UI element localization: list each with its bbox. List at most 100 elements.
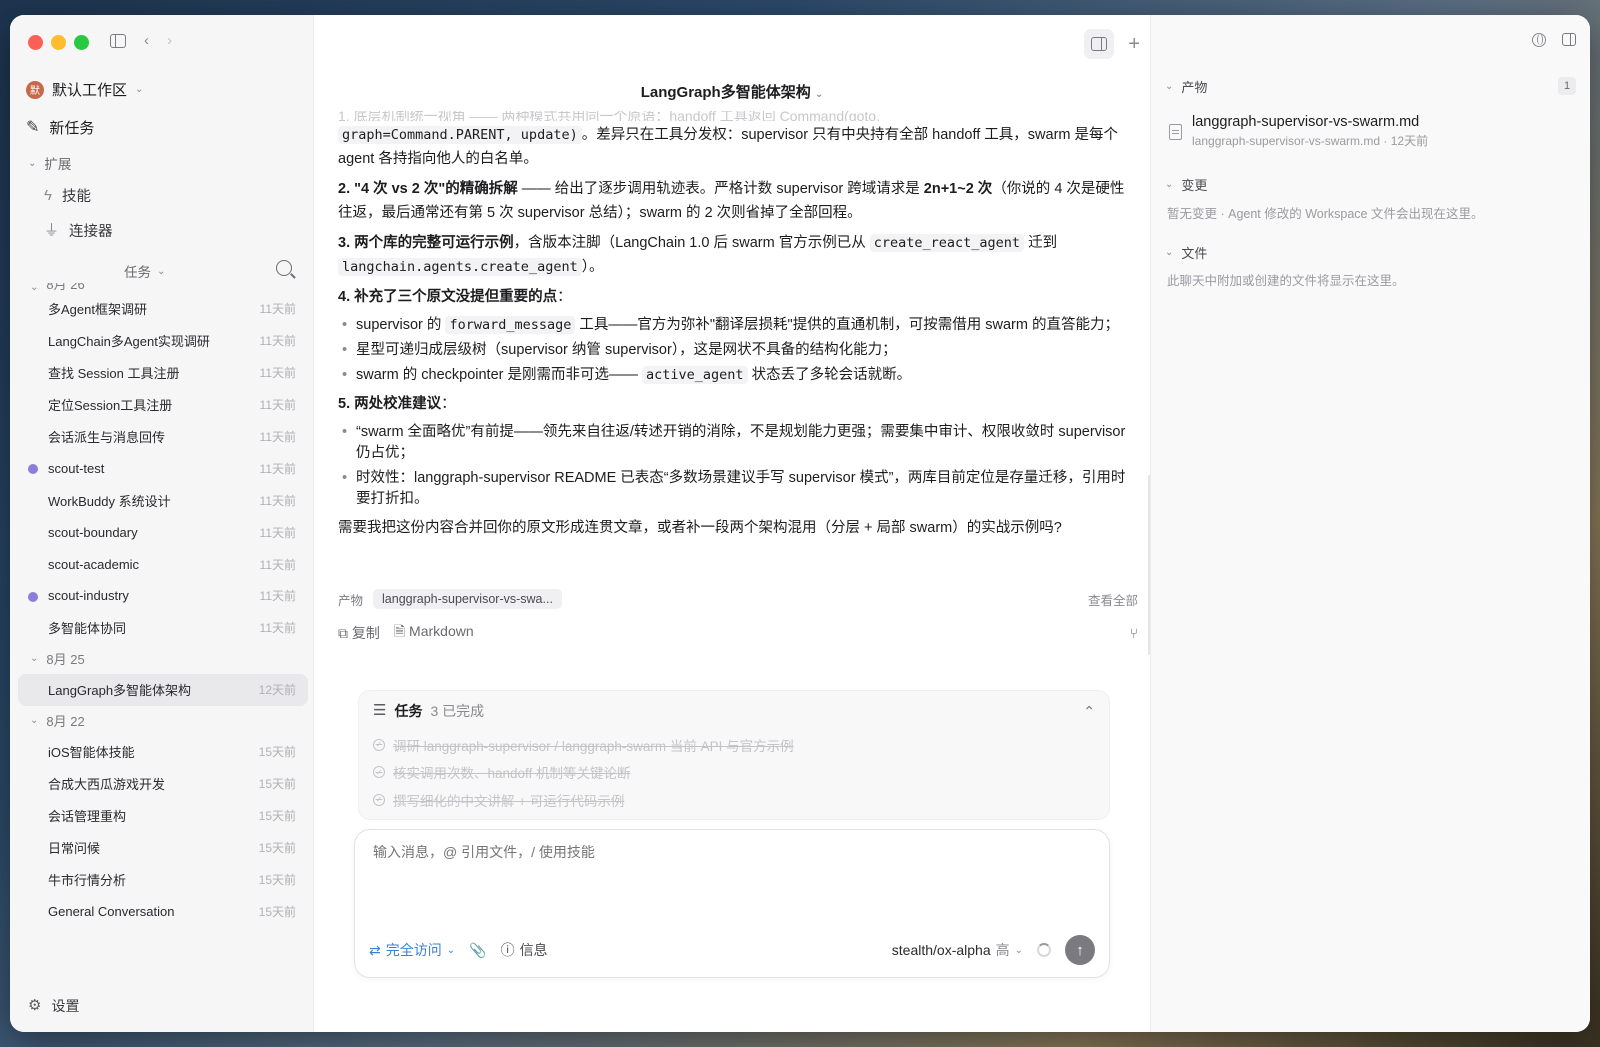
chevron-down-icon: ⌄ bbox=[28, 157, 37, 169]
minimize-window-button[interactable] bbox=[51, 35, 66, 50]
bullet-list-4: supervisor 的 forward_message 工具——官方为弥补"翻… bbox=[338, 315, 1128, 386]
attach-icon[interactable]: 📎 bbox=[469, 942, 486, 959]
task-name: WorkBuddy 系统设计 bbox=[48, 493, 171, 509]
workspace-switcher[interactable]: 默 默认工作区 ⌄ bbox=[26, 79, 143, 100]
text: —— 给出了逐步调用轨迹表。严格计数 supervisor 跨域请求是 bbox=[517, 181, 924, 197]
tasks-filter[interactable]: 任务 ⌄ bbox=[124, 261, 165, 281]
inline-code: forward_message bbox=[445, 316, 576, 334]
task-list-item[interactable]: 会话派生与消息回传 11天前 bbox=[18, 421, 308, 453]
checklist-icon: ☰ bbox=[373, 702, 387, 719]
task-list-item[interactable]: scout-boundary 11天前 bbox=[18, 516, 308, 548]
access-mode-dropdown[interactable]: ⇄ 完全访问 ⌄ bbox=[369, 940, 455, 960]
date-group-label: 8月 25 bbox=[46, 652, 85, 668]
text: ： bbox=[557, 289, 572, 305]
task-panel-count: 3 已完成 bbox=[430, 703, 485, 719]
task-time: 12天前 bbox=[258, 683, 296, 698]
forward-arrow-icon[interactable]: › bbox=[167, 31, 172, 51]
model-selector[interactable]: stealth/ox-alpha 高 ⌄ bbox=[892, 940, 1023, 960]
task-list-item[interactable]: 日常问候 15天前 bbox=[18, 831, 308, 863]
date-group-label: 8月 22 bbox=[46, 714, 85, 730]
model-name: stealth/ox-alpha bbox=[891, 942, 991, 958]
text: supervisor 的 bbox=[356, 317, 446, 333]
status-dot bbox=[28, 592, 38, 603]
task-time: 11天前 bbox=[259, 334, 296, 349]
view-all-link[interactable]: 查看全部 bbox=[1088, 590, 1138, 609]
task-list-item[interactable]: WorkBuddy 系统设计 11天前 bbox=[18, 484, 308, 516]
new-task-label: 新任务 bbox=[49, 120, 95, 137]
chevron-down-icon: ⌄ bbox=[446, 944, 456, 956]
chevron-down-icon: ⌄ bbox=[1165, 179, 1174, 190]
zoom-window-button[interactable] bbox=[74, 35, 89, 50]
date-group-header[interactable]: ⌄ 8月 26 bbox=[18, 283, 308, 293]
files-section-header[interactable]: ⌄ 文件 bbox=[1165, 243, 1207, 262]
assistant-message: 1. 底层机制统一视角 —— 两种模式共用同一个原语：handoff 工具返回 … bbox=[338, 111, 1128, 546]
access-mode-label: 完全访问 bbox=[385, 942, 442, 958]
back-arrow-icon[interactable]: ‹ bbox=[144, 31, 149, 51]
task-time: 11天前 bbox=[259, 493, 296, 508]
task-name: LangGraph多智能体架构 bbox=[48, 683, 192, 699]
task-time: 15天前 bbox=[258, 840, 296, 855]
sidebar-item-skills[interactable]: ϟ 技能 bbox=[44, 185, 91, 206]
task-name: 多智能体协同 bbox=[48, 621, 127, 637]
date-group-header[interactable]: ⌄ 8月 25 bbox=[18, 644, 308, 674]
task-list-item[interactable]: 会话管理重构 15天前 bbox=[18, 799, 308, 831]
task-list-item[interactable]: General Conversation 15天前 bbox=[18, 895, 308, 927]
globe-icon[interactable] bbox=[1532, 33, 1546, 47]
info-button[interactable]: ⓘ 信息 bbox=[501, 940, 548, 960]
task-list-item[interactable]: scout-test 11天前 bbox=[18, 452, 308, 484]
task-time: 11天前 bbox=[259, 557, 296, 572]
task-panel-header[interactable]: ☰ 任务 3 已完成 ⌃ bbox=[359, 691, 1109, 731]
artifacts-section-header[interactable]: ⌄ 产物 bbox=[1165, 77, 1207, 96]
changes-section-header[interactable]: ⌄ 变更 bbox=[1165, 175, 1207, 194]
chevron-down-icon: ⌄ bbox=[1165, 81, 1174, 92]
settings-button[interactable]: ⚙ 设置 bbox=[28, 996, 79, 1016]
task-list-item[interactable]: LangGraph多智能体架构 12天前 bbox=[18, 673, 308, 706]
toggle-right-panel-button[interactable] bbox=[1084, 29, 1115, 59]
task-time: 11天前 bbox=[259, 366, 296, 381]
sidebar-item-connectors[interactable]: ⏚ 连接器 bbox=[44, 220, 113, 241]
task-list-item[interactable]: iOS智能体技能 15天前 bbox=[18, 736, 308, 768]
chevron-up-icon[interactable]: ⌃ bbox=[1083, 703, 1095, 720]
extensions-label: 扩展 bbox=[44, 157, 72, 172]
task-list-item[interactable]: scout-academic 11天前 bbox=[18, 548, 308, 580]
send-button[interactable]: ↑ bbox=[1065, 935, 1095, 965]
text: ： bbox=[441, 396, 456, 412]
task-name: 会话派生与消息回传 bbox=[48, 430, 166, 445]
file-meta: langgraph-supervisor-vs-swarm.md · 12天前 bbox=[1192, 134, 1429, 148]
panel-icon[interactable] bbox=[1562, 33, 1576, 46]
bullet-list-5: “swarm 全面略优”有前提——领先来自往返/转述开销的消除，不是规划能力更强… bbox=[338, 422, 1128, 510]
task-time: 11天前 bbox=[259, 430, 296, 444]
copy-button[interactable]: ⧉ 复制 bbox=[338, 623, 380, 643]
sidebar-toggle-icon[interactable] bbox=[110, 34, 126, 48]
composer-toolbar: ⇄ 完全访问 ⌄ 📎 ⓘ 信息 stealth/ox-alpha 高 ⌄ ↑ bbox=[369, 935, 1095, 965]
extensions-header[interactable]: ⌄ 扩展 bbox=[28, 153, 71, 173]
chevron-down-icon: ⌄ bbox=[135, 84, 144, 95]
task-list-item[interactable]: 合成大西瓜游戏开发 15天前 bbox=[18, 768, 308, 800]
completed-task: ✓ 调研 langgraph-supervisor / langgraph-swa… bbox=[359, 731, 1109, 759]
message-input[interactable] bbox=[373, 844, 1073, 860]
close-window-button[interactable] bbox=[28, 35, 43, 50]
task-time: 11天前 bbox=[259, 302, 296, 317]
task-list-item[interactable]: 定位Session工具注册 11天前 bbox=[18, 389, 308, 421]
conversation-title[interactable]: LangGraph多智能体架构 ⌄ bbox=[314, 81, 1150, 102]
task-name: iOS智能体技能 bbox=[48, 745, 135, 761]
compose-icon: ✎ bbox=[26, 118, 40, 136]
branch-icon[interactable]: ⑂ bbox=[1130, 625, 1138, 641]
task-list-item[interactable]: LangChain多Agent实现调研 11天前 bbox=[18, 325, 308, 357]
task-list-item[interactable]: 牛市行情分析 15天前 bbox=[18, 863, 308, 895]
task-list-item[interactable]: 多智能体协同 11天前 bbox=[18, 612, 308, 644]
artifact-file-item[interactable]: langgraph-supervisor-vs-swarm.md langgra… bbox=[1169, 114, 1428, 149]
date-group-header[interactable]: ⌄ 8月 22 bbox=[18, 706, 308, 736]
loading-spinner-icon bbox=[1037, 943, 1051, 957]
task-list-item[interactable]: 查找 Session 工具注册 11天前 bbox=[18, 357, 308, 389]
plus-icon[interactable]: + bbox=[1128, 33, 1140, 56]
task-list-item[interactable]: scout-industry 11天前 bbox=[18, 580, 308, 612]
artifact-chip[interactable]: langgraph-supervisor-vs-swa... bbox=[373, 589, 562, 609]
connectors-label: 连接器 bbox=[69, 224, 113, 240]
task-list-item[interactable]: 多Agent框架调研 11天前 bbox=[18, 293, 308, 325]
new-task-button[interactable]: ✎ 新任务 bbox=[26, 117, 94, 138]
heading-bold: 5. 两处校准建议 bbox=[338, 396, 442, 412]
markdown-button[interactable]: 🗎 Markdown bbox=[394, 621, 474, 645]
list-item: swarm 的 checkpointer 是刚需而非可选—— active_ag… bbox=[338, 365, 1128, 386]
search-icon[interactable] bbox=[276, 260, 292, 276]
